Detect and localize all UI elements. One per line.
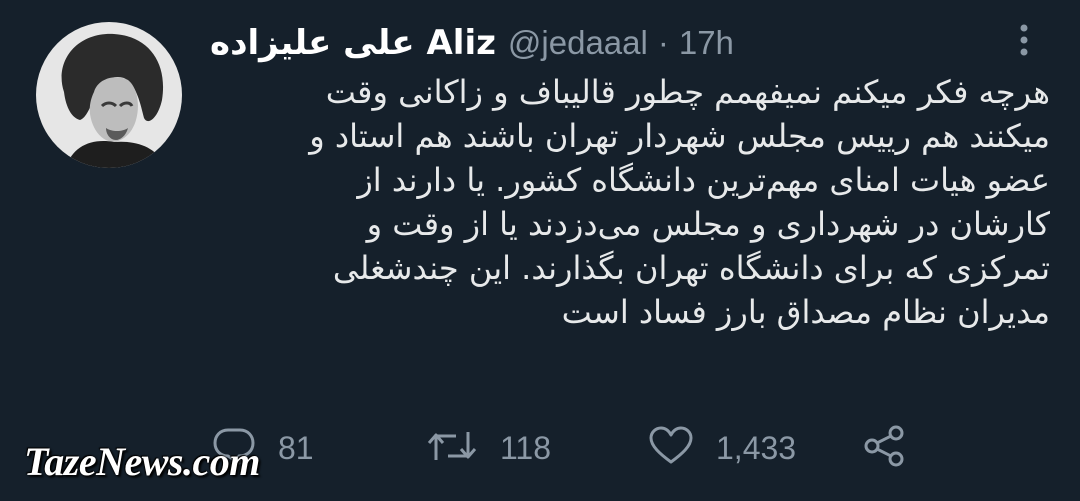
reply-count: 81 (278, 429, 314, 466)
tweet-text-line: مدیران نظام مصداق بارز فساد است (561, 293, 1050, 331)
like-count: 1,433 (716, 429, 797, 466)
tweet-text-line: هرچه فکر میکنم نمیفهمم چطور قالیباف و زا… (325, 73, 1050, 111)
tweet-card[interactable]: علی علیزاده Aliz @jedaaal · 17h هرچه فکر… (0, 0, 1080, 501)
avatar[interactable] (36, 22, 182, 168)
meta-separator: · (657, 24, 669, 61)
retweet-button[interactable]: 118 (426, 418, 551, 478)
tweet-time[interactable]: 17h (679, 24, 734, 62)
like-button[interactable]: 1,433 (648, 418, 796, 478)
tweet-text-line: کارشان در شهرداری و مجلس می‌دزدند یا از … (366, 205, 1050, 243)
author-name[interactable]: علی علیزاده Aliz (210, 23, 496, 63)
share-icon (862, 424, 908, 472)
more-vertical-icon[interactable] (1010, 22, 1038, 58)
tweet-text-line: عضو هیات امنای مهم‌ترین دانشگاه کشور. یا… (357, 161, 1050, 199)
like-icon (648, 426, 694, 470)
tweet-text-line: تمرکزی که برای دانشگاه تهران بگذارند. ای… (332, 249, 1050, 287)
share-button[interactable] (862, 418, 908, 478)
retweet-count: 118 (500, 429, 552, 466)
retweet-icon (426, 426, 478, 470)
tweet-text: هرچه فکر میکنم نمیفهمم چطور قالیباف و زا… (200, 70, 1050, 334)
watermark: TazeNews.com (24, 439, 260, 484)
tweet-text-line: میکنند هم رییس مجلس شهردار تهران باشند ه… (309, 117, 1050, 155)
author-handle[interactable]: @jedaaal (508, 24, 648, 62)
tweet-header: علی علیزاده Aliz @jedaaal · 17h (210, 18, 734, 68)
